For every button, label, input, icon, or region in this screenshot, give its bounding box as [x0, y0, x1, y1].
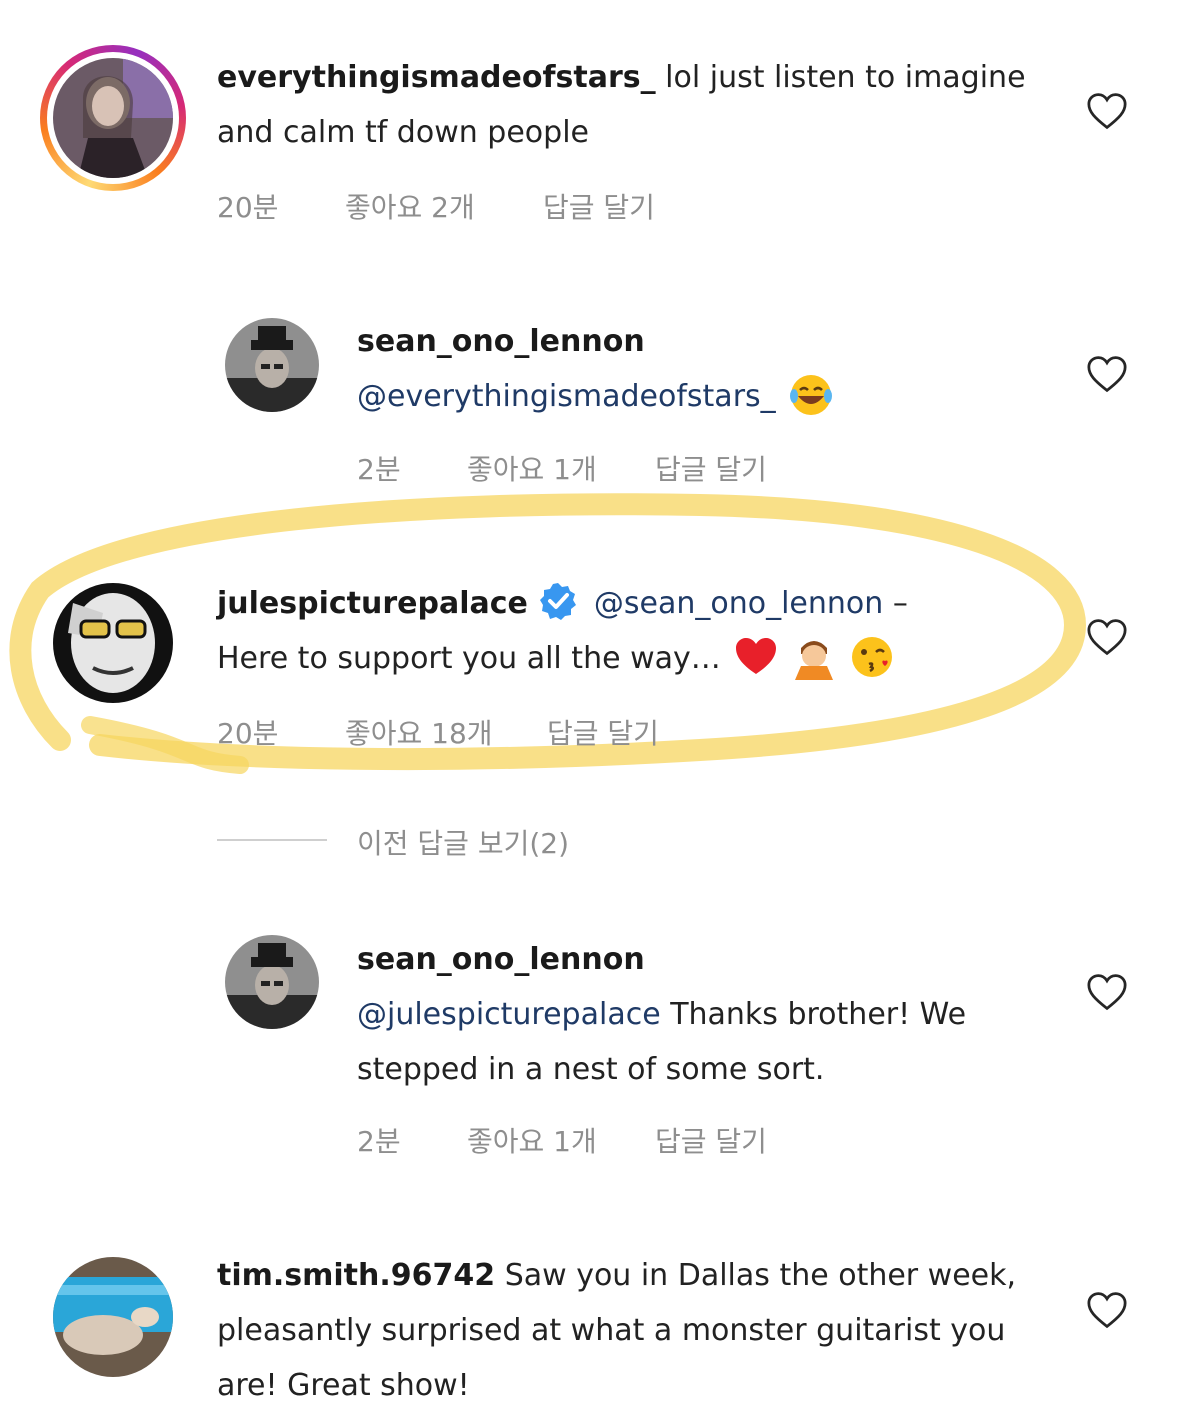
- divider-line: [217, 839, 327, 841]
- red-heart-emoji: [733, 634, 779, 680]
- mention-link[interactable]: @everythingismadeofstars_: [357, 379, 776, 414]
- reply-button[interactable]: 답글 달기: [543, 186, 655, 226]
- avatar[interactable]: [53, 58, 173, 178]
- verified-badge-icon: [538, 581, 578, 621]
- timestamp: 2분: [357, 1125, 401, 1158]
- timestamp: 20분: [217, 717, 279, 750]
- like-count[interactable]: 좋아요 18개: [345, 712, 493, 752]
- username[interactable]: sean_ono_lennon: [357, 932, 1047, 987]
- avatar[interactable]: [53, 583, 173, 703]
- heart-outline-icon[interactable]: [1086, 973, 1128, 1011]
- praying-person-emoji: [791, 634, 837, 680]
- username[interactable]: everythingismadeofstars_: [217, 60, 656, 95]
- heart-outline-icon[interactable]: [1086, 618, 1128, 656]
- timestamp: 20분: [217, 191, 279, 224]
- avatar[interactable]: [225, 935, 319, 1029]
- username[interactable]: tim.smith.96742: [217, 1258, 495, 1293]
- reply-button[interactable]: 답글 달기: [655, 1120, 767, 1160]
- reply-button[interactable]: 답글 달기: [655, 448, 767, 488]
- avatar[interactable]: [225, 318, 319, 412]
- comment-body-line2: Here to support you all the way…: [217, 641, 721, 676]
- avatar[interactable]: [53, 1257, 173, 1377]
- timestamp: 2분: [357, 453, 401, 486]
- comment-body: –: [883, 586, 908, 621]
- heart-outline-icon[interactable]: [1086, 355, 1128, 393]
- comment-text: everythingismadeofstars_ lol just listen…: [217, 50, 1047, 160]
- view-previous-replies-label[interactable]: 이전 답글 보기(2): [357, 822, 569, 862]
- comment-text: sean_ono_lennon @everythingismadeofstars…: [357, 314, 1057, 424]
- heart-outline-icon[interactable]: [1086, 92, 1128, 130]
- comment-text: tim.smith.96742 Saw you in Dallas the ot…: [217, 1248, 1037, 1413]
- comment-text: julespicturepalace @sean_ono_lennon – He…: [217, 576, 1047, 686]
- like-count[interactable]: 좋아요 1개: [467, 448, 597, 488]
- username[interactable]: sean_ono_lennon: [357, 314, 1057, 369]
- like-count[interactable]: 좋아요 1개: [467, 1120, 597, 1160]
- mention-link[interactable]: @sean_ono_lennon: [594, 586, 883, 621]
- username[interactable]: julespicturepalace: [217, 586, 528, 621]
- laughing-tears-emoji: [788, 372, 834, 418]
- mention-link[interactable]: @julespicturepalace: [357, 997, 661, 1032]
- reply-button[interactable]: 답글 달기: [547, 712, 659, 752]
- comment-text: sean_ono_lennon @julespicturepalace Than…: [357, 932, 1047, 1097]
- like-count[interactable]: 좋아요 2개: [345, 186, 475, 226]
- heart-outline-icon[interactable]: [1086, 1291, 1128, 1329]
- kissing-face-emoji: [849, 634, 895, 680]
